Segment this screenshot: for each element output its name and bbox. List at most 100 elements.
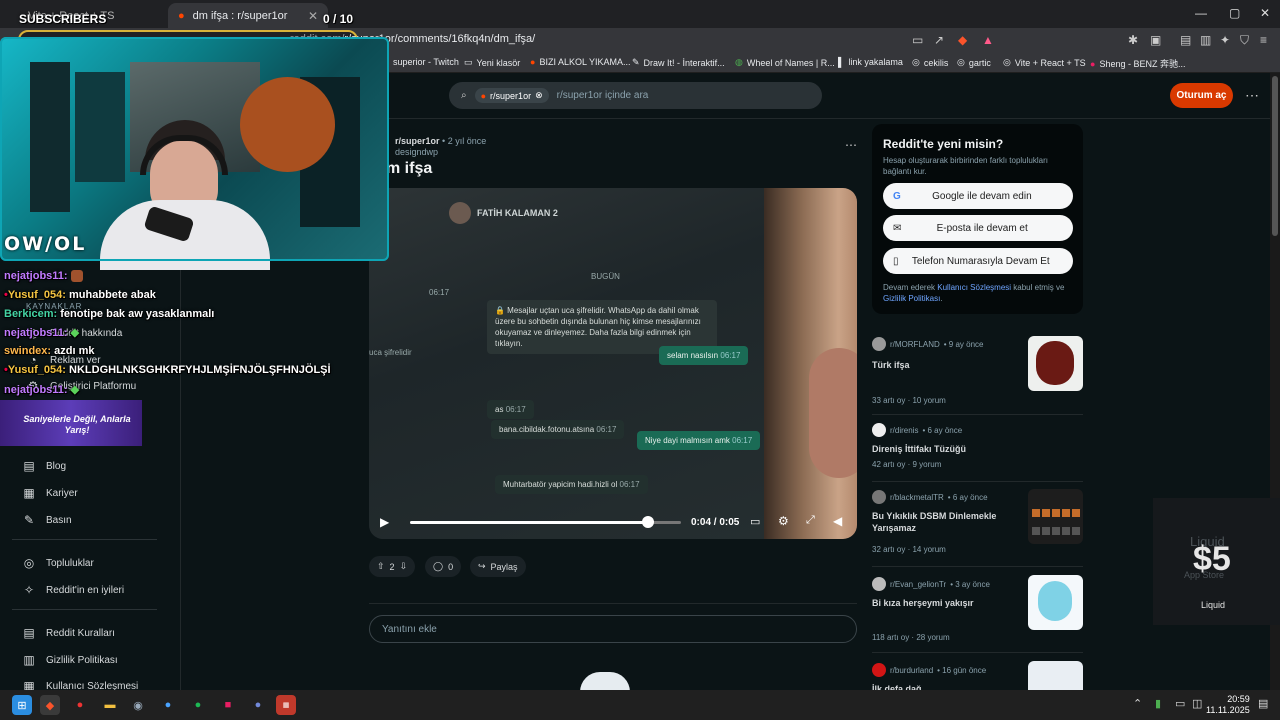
start-icon[interactable]: ⊞ [12,695,32,715]
vpn-icon[interactable]: ⛉ [1240,33,1249,48]
sidebar-item-press[interactable]: ✎ Basın [22,513,72,527]
bookmark-6[interactable]: ◎ cekilis [912,57,948,68]
related-post-0-thumbnail[interactable] [1028,336,1083,391]
more-options-icon[interactable]: ⋯ [1245,87,1259,104]
display-icon[interactable]: ▭ [1175,697,1185,710]
login-button[interactable]: Oturum aç [1170,83,1233,108]
app-icon[interactable]: ● [158,695,178,715]
minimize-icon[interactable]: — [1195,6,1207,20]
captions-icon[interactable]: ▭ [750,515,760,528]
related-post-2-thumbnail[interactable] [1028,489,1083,544]
bookmark-0[interactable]: superior - Twitch [393,57,459,67]
subreddit-avatar [872,423,886,437]
spotify-icon[interactable]: ● [188,695,208,715]
privacy-policy-link[interactable]: Gizlilik Politikası [883,294,940,303]
window-close-icon[interactable]: ✕ [1260,6,1270,20]
sidebar-best-label: Reddit'in en iyileri [46,584,125,596]
related-post-3-title[interactable]: Bi kıza herşeymi yakışır [872,597,1012,609]
maximize-icon[interactable]: ▢ [1229,6,1240,20]
bookmark-7[interactable]: ◎ gartic [957,57,991,68]
sidebar-item-careers[interactable]: ▦ Kariyer [22,486,77,500]
email-signin-button[interactable]: ✉ E-posta ile devam et [883,215,1073,241]
related-post-1[interactable]: r/direnis • 6 ay önce Direniş İttifakı Tü… [872,423,1083,469]
bookmark-5[interactable]: ▌ link yakalama [838,57,903,67]
mic-icon: ✎ [23,513,35,527]
post-time: • 2 yıl önce [442,136,487,146]
notification-icon[interactable]: ▤ [1258,697,1268,710]
sidebar-item-communities[interactable]: ◎ Topluluklar [22,556,94,570]
sidebar-item-privacy[interactable]: ▥ Gizlilik Politikası [22,653,117,667]
search-bar[interactable]: ⌕ ● r/super1or ⊗ r/super1or içinde ara [449,82,822,109]
sidebar-item-blog[interactable]: ▤ Blog [22,459,66,473]
subreddit-chip[interactable]: ● r/super1or ⊗ [474,88,549,103]
related-post-4-time: • 16 gün önce [937,665,987,675]
brave-shield-icon[interactable]: ◆ [958,33,967,47]
phone-signin-label: Telefon Numarasıyla Devam Et [911,255,1050,267]
related-post-3-sub[interactable]: r/Evan_gelionTr [890,580,946,589]
video-player[interactable]: FATİH KALAMAN 2 BUGÜN 06:17 uca şifrelid… [369,188,857,539]
play-icon[interactable]: ▶ [380,515,389,529]
related-post-1-title[interactable]: Direniş İttifakı Tüzüğü [872,443,1012,455]
comment-input[interactable]: Yanıtını ekle [369,615,857,643]
brave-icon[interactable]: ◆ [40,695,60,715]
related-post-2-title[interactable]: Bu Yıkıklık DSBM Dinlemekle Yarışamaz [872,510,1012,534]
tray-expand-icon[interactable]: ⌃ [1133,697,1142,710]
settings-icon[interactable]: ⚙ [778,514,789,528]
comments-button[interactable]: ◯ 0 [425,556,462,577]
game-icon[interactable]: ▦ [276,695,296,715]
sidebar-item-best[interactable]: ✧ Reddit'in en iyileri [22,583,124,597]
related-post-4-thumbnail[interactable] [1028,661,1083,690]
leo-ai-icon[interactable]: ✦ [1220,33,1230,47]
wallet-icon[interactable]: ▥ [1200,33,1211,47]
tab-active[interactable]: ● dm ifşa : r/super1or ✕ [168,3,328,28]
bookmark-1[interactable]: ▭ Yeni klasör [464,57,520,68]
post-author[interactable]: designdwp [395,147,438,157]
related-post-4-sub[interactable]: r/burdurland [890,666,933,675]
tab-close-icon[interactable]: ✕ [308,9,318,23]
bookmark-9[interactable]: ● Sheng - BENZ 奔驰... [1090,57,1185,70]
sidebar-blog-label: Blog [46,460,67,472]
volume-icon[interactable]: ◀ [833,514,842,528]
share-page-icon[interactable]: ↗ [934,33,944,47]
signup-title: Reddit'te yeni misin? [883,137,1004,151]
downvote-icon[interactable]: ⇩ [400,561,408,572]
post-subreddit[interactable]: r/super1or [395,136,440,146]
related-post-0-title[interactable]: Türk ifşa [872,359,1012,371]
bookmark-8[interactable]: ◎ Vite + React + TS [1003,57,1086,68]
pin-icon[interactable]: ● [70,695,90,715]
chat-user: Yusuf_054: [7,364,66,376]
mic-tray-icon[interactable]: ▮ [1155,697,1161,710]
upvote-icon[interactable]: ⇧ [377,561,385,572]
video-scrubber-handle[interactable] [642,516,654,528]
bookmark-3[interactable]: ✎ Draw It! - İnteraktif... [632,57,725,68]
discord-icon[interactable]: ● [248,695,268,715]
sidebar-toggle-icon[interactable]: ▣ [1150,33,1161,47]
share-button[interactable]: ↪ Paylaş [470,556,526,577]
bookmark-2[interactable]: ● BIZI ALKOL YIKAMA... [530,57,630,67]
related-post-1-sub[interactable]: r/direnis [890,426,918,435]
system-clock[interactable]: 20:59 11.11.2025 [1206,694,1250,716]
phone-signin-button[interactable]: ▯ Telefon Numarasıyla Devam Et [883,248,1073,274]
user-agreement-link[interactable]: Kullanıcı Sözleşmesi [937,283,1011,292]
related-post-0-sub[interactable]: r/MORFLAND [890,340,940,349]
fullscreen-icon[interactable]: ⤢ [806,514,815,527]
menu-icon[interactable]: ≡ [1260,33,1267,47]
brave-rewards-icon[interactable]: ▲ [982,33,994,47]
bookmark-0-label: superior - Twitch [393,57,459,67]
bookmark-4[interactable]: ◍ Wheel of Names | R... [735,57,835,68]
sidebar-item-rules[interactable]: ▤ Reddit Kuralları [22,626,115,640]
steam-icon[interactable]: ◉ [128,695,148,715]
obs-icon[interactable]: ■ [218,695,238,715]
page-scrollbar-thumb[interactable] [1272,76,1278,236]
extensions-icon[interactable]: ✱ [1128,33,1138,47]
cast-icon[interactable]: ▭ [912,33,923,47]
google-signin-button[interactable]: G Google ile devam edin [883,183,1073,209]
chip-remove-icon[interactable]: ⊗ [535,90,543,101]
related-post-3-thumbnail[interactable] [1028,575,1083,630]
network-icon[interactable]: ◫ [1192,697,1202,710]
related-post-2-sub[interactable]: r/blackmetalTR [890,493,944,502]
subreddit-avatar [872,490,886,504]
reader-icon[interactable]: ▤ [1180,33,1191,47]
post-options-icon[interactable]: ⋯ [845,138,857,152]
folder-icon[interactable]: ▬ [100,695,120,715]
